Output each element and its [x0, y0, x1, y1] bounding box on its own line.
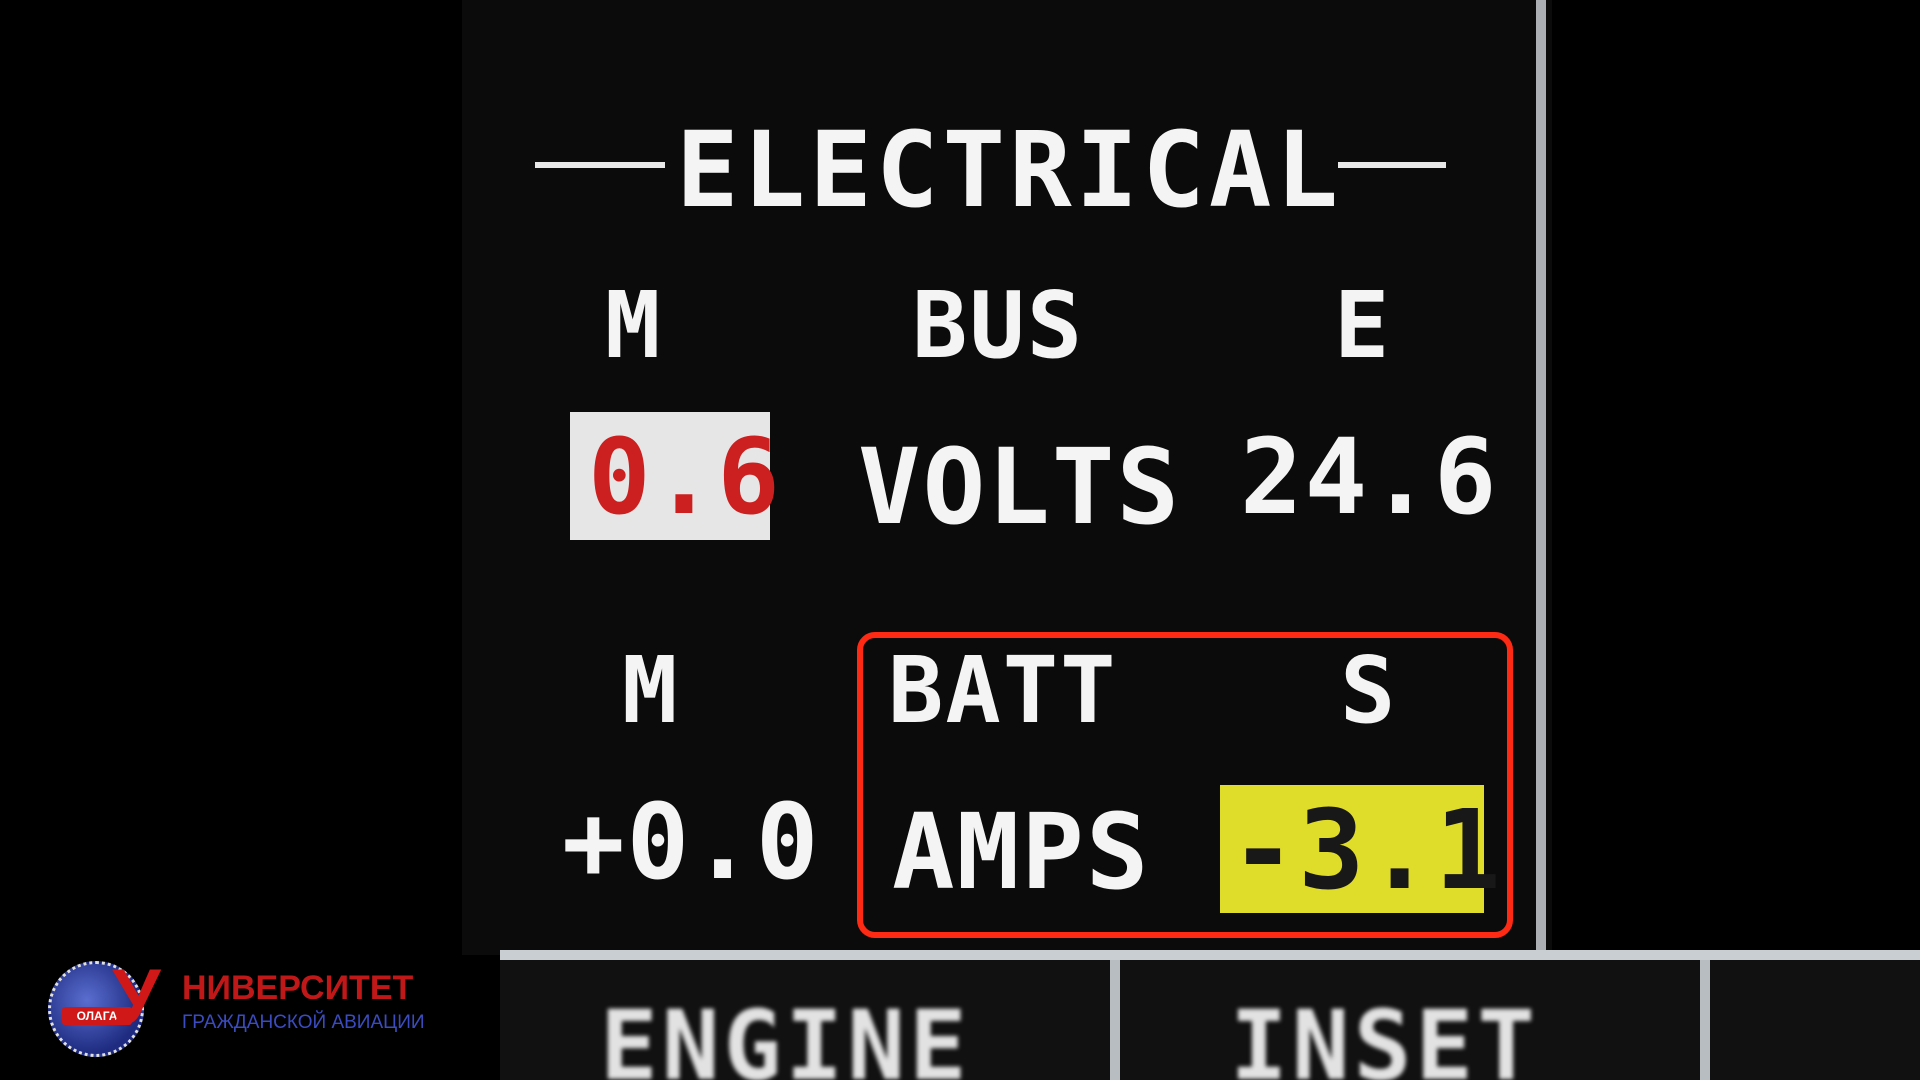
logo-subtitle: ГРАЖДАНСКОЙ АВИАЦИИ: [182, 1012, 425, 1033]
logo-letter: У: [112, 952, 161, 1040]
batt-left-amps-value: +0.0: [562, 781, 821, 903]
batt-left-header: M: [622, 637, 680, 744]
bus-header: BUS: [912, 272, 1085, 379]
bus-right-volts-value: 24.6: [1240, 416, 1499, 538]
tab-separator: [1700, 960, 1710, 1080]
bus-left-volts-value: 0.6: [588, 416, 782, 538]
logo-name: НИВЕРСИТЕТ: [182, 969, 414, 1007]
bus-right-header: E: [1334, 272, 1392, 379]
tab-separator: [1110, 960, 1120, 1080]
volts-label: VOLTS: [858, 426, 1182, 548]
bus-left-header: M: [605, 272, 663, 379]
tab-engine[interactable]: ENGINE: [600, 990, 971, 1080]
title-rule-left: [535, 162, 665, 168]
batt-highlight-frame: [857, 632, 1513, 938]
university-logo: ОЛАГА У НИВЕРСИТЕТ ГРАЖДАНСКОЙ АВИАЦИИ: [40, 952, 425, 1065]
page-title: ELECTRICAL: [676, 109, 1343, 231]
tab-inset[interactable]: INSET: [1230, 990, 1539, 1080]
title-rule-right: [1338, 162, 1446, 168]
display-bezel-edge: [1536, 0, 1546, 965]
